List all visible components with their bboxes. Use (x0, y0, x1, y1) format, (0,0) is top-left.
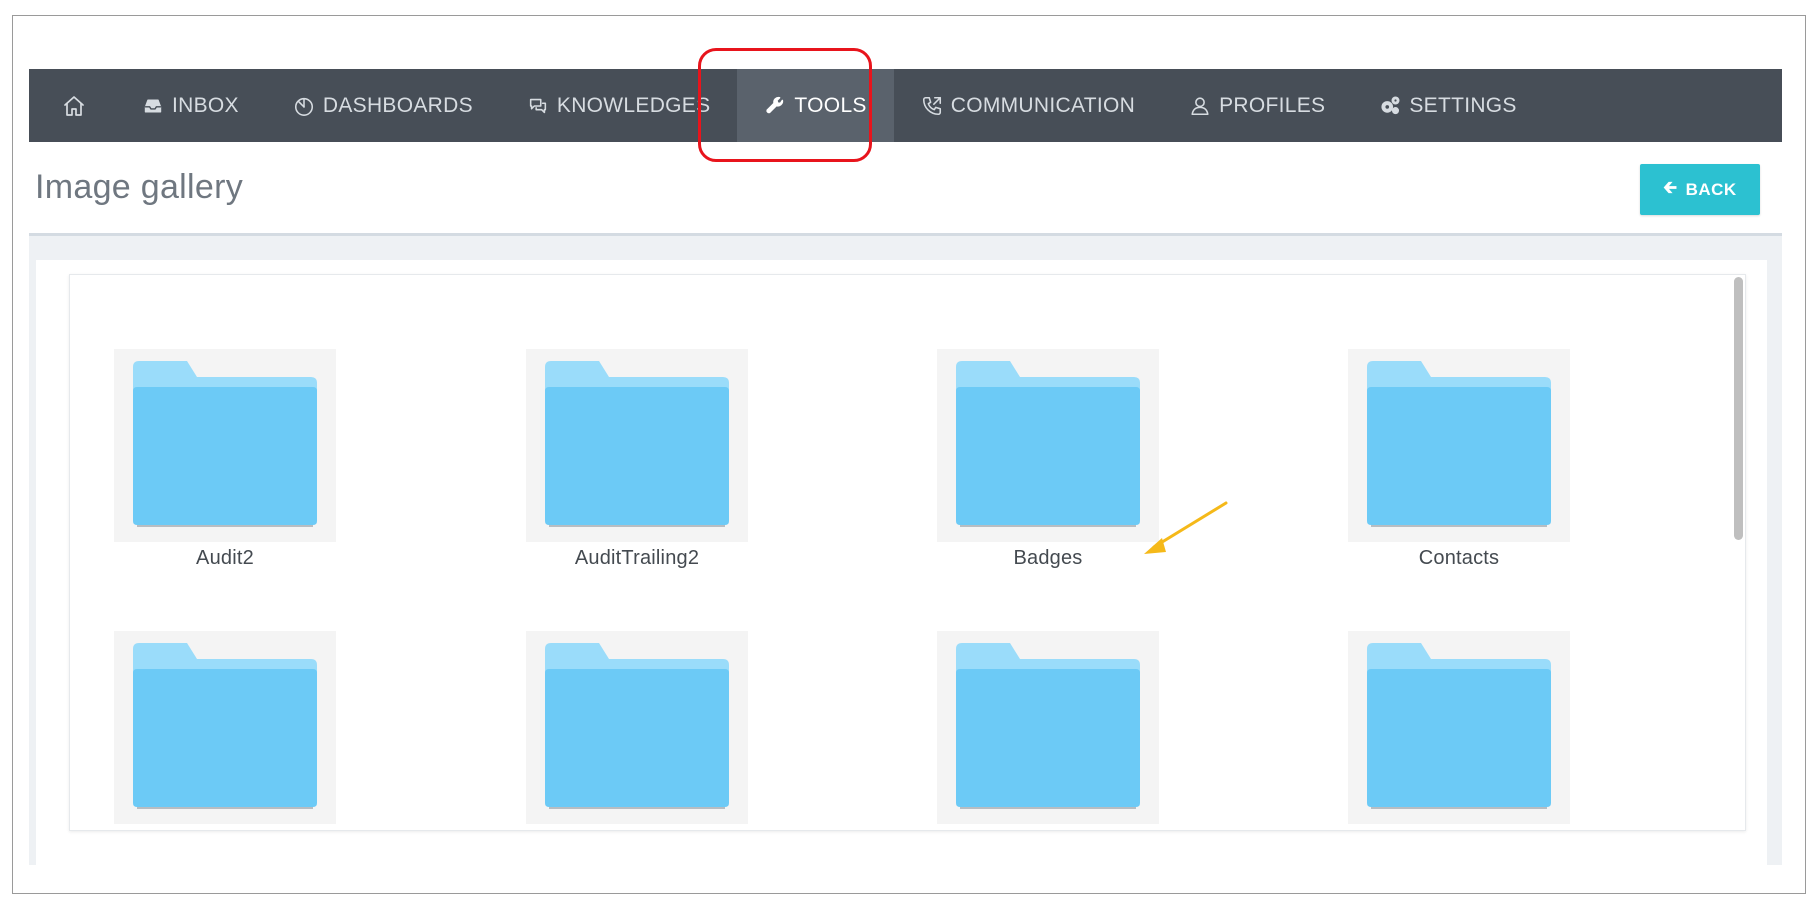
folder-item[interactable] (937, 631, 1159, 829)
folder-thumbnail[interactable] (937, 349, 1159, 542)
nav-inbox[interactable]: INBOX (115, 69, 266, 142)
gears-icon (1379, 95, 1401, 117)
nav-dashboards[interactable]: DASHBOARDS (266, 69, 500, 142)
gallery-panel: Audit2 AuditTrailing2 Badges Contacts (36, 260, 1767, 868)
folder-icon (1367, 643, 1551, 809)
back-button[interactable]: 🡰 BACK (1640, 164, 1760, 215)
folder-icon (1367, 361, 1551, 527)
wrench-icon (764, 95, 786, 117)
nav-inbox-label: INBOX (172, 93, 239, 117)
folder-thumbnail[interactable] (114, 631, 336, 824)
dashboard-icon (293, 95, 315, 117)
folder-icon (956, 361, 1140, 527)
nav-profiles-label: PROFILES (1219, 93, 1326, 117)
nav-knowledges-label: KNOWLEDGES (556, 93, 711, 117)
nav-tools[interactable]: TOOLS (737, 69, 894, 142)
nav-communication-label: COMMUNICATION (950, 93, 1136, 117)
folder-thumbnail[interactable] (526, 631, 748, 824)
nav-home[interactable] (29, 69, 115, 142)
phone-icon (921, 95, 943, 117)
nav-communication[interactable]: COMMUNICATION (894, 69, 1162, 142)
nav-settings-label: SETTINGS (1409, 93, 1517, 117)
folder-item[interactable] (526, 631, 748, 829)
folder-icon (545, 361, 729, 527)
folder-thumbnail[interactable] (1348, 631, 1570, 824)
arrow-left-icon: 🡰 (1663, 178, 1678, 197)
home-icon (61, 93, 87, 119)
folder-icon (545, 643, 729, 809)
folder-item[interactable]: Contacts (1348, 349, 1570, 570)
folder-icon (133, 643, 317, 809)
nav-profiles[interactable]: PROFILES (1162, 69, 1352, 142)
chat-icon (527, 95, 549, 117)
folder-icon (133, 361, 317, 527)
user-icon (1189, 95, 1211, 117)
folder-name: Audit2 (196, 547, 254, 569)
inbox-icon (142, 95, 164, 117)
gallery-grid[interactable]: Audit2 AuditTrailing2 Badges Contacts (69, 274, 1746, 831)
folder-icon (956, 643, 1140, 809)
top-navbar: INBOX DASHBOARDS KNOWLEDGES TOOLS COMMUN… (29, 69, 1782, 142)
folder-thumbnail[interactable] (1348, 349, 1570, 542)
content-area: Audit2 AuditTrailing2 Badges Contacts (29, 233, 1782, 868)
nav-settings[interactable]: SETTINGS (1352, 69, 1543, 142)
folder-name: Contacts (1418, 547, 1500, 569)
vertical-scrollbar[interactable] (1734, 277, 1743, 540)
folder-item[interactable] (1348, 631, 1570, 829)
folder-thumbnail[interactable] (526, 349, 748, 542)
folder-name: AuditTrailing2 (574, 547, 700, 569)
folder-item[interactable]: Audit2 (114, 349, 336, 570)
folder-thumbnail[interactable] (937, 631, 1159, 824)
folder-item[interactable]: Badges (937, 349, 1159, 570)
folder-name: Badges (1013, 547, 1083, 569)
folder-thumbnail[interactable] (114, 349, 336, 542)
back-button-label: BACK (1685, 179, 1737, 199)
nav-knowledges[interactable]: KNOWLEDGES (500, 69, 738, 142)
page-title: Image gallery (35, 168, 243, 206)
folder-item[interactable] (114, 631, 336, 829)
nav-tools-label: TOOLS (794, 93, 867, 117)
nav-dashboards-label: DASHBOARDS (322, 93, 473, 117)
folder-item[interactable]: AuditTrailing2 (526, 349, 748, 570)
